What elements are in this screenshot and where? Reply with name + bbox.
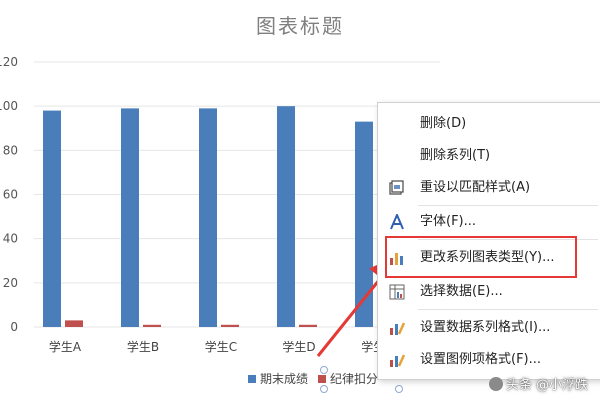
x-tick-label: 学生B	[127, 339, 159, 354]
y-tick-label: 80	[3, 143, 18, 157]
y-tick-label: 40	[3, 232, 18, 246]
select-data-icon	[388, 283, 406, 301]
y-tick-label: 100	[0, 99, 18, 113]
format-legend-icon	[388, 351, 406, 369]
menu-item-label: 选择数据(E)...	[420, 284, 503, 299]
menu-item-font[interactable]: 字体(F)...	[378, 209, 600, 235]
menu-item-label: 删除(D)	[420, 116, 467, 131]
legend-swatch-blue	[248, 374, 256, 383]
format-series-icon	[388, 319, 406, 337]
legend-swatch-red	[318, 374, 327, 383]
y-tick-label: 20	[3, 276, 18, 290]
menu-item-select-data[interactable]: 选择数据(E)...	[378, 279, 600, 305]
legend-label-series2: 纪律扣分	[330, 372, 379, 386]
menu-item-label: 重设以匹配样式(A)	[420, 180, 531, 195]
menu-item-label: 删除系列(T)	[420, 148, 491, 163]
x-tick-label: 学生C	[205, 339, 237, 354]
menu-item-format-series[interactable]: 设置数据系列格式(I)...	[378, 315, 600, 341]
legend-label-series1: 期末成绩	[260, 372, 309, 386]
bar[interactable]	[43, 110, 61, 327]
bar[interactable]	[65, 320, 83, 327]
x-tick-label: 学生A	[49, 339, 82, 354]
bar[interactable]	[277, 106, 295, 328]
x-tick-label: 学生D	[282, 339, 315, 354]
menu-separator	[418, 309, 598, 310]
blank-icon	[388, 115, 406, 133]
menu-item-delete[interactable]: 删除(D)	[378, 111, 600, 137]
legend-item-series1[interactable]: 期末成绩	[248, 370, 308, 387]
watermark: 头条 @小浮跌	[488, 374, 588, 393]
bar[interactable]	[221, 324, 239, 327]
menu-item-label: 设置图例项格式(F)...	[420, 352, 542, 367]
reset-style-icon	[388, 179, 406, 197]
watermark-logo-icon	[488, 377, 503, 391]
font-icon	[388, 213, 406, 231]
blank-icon	[388, 147, 406, 165]
menu-item-label: 设置数据系列格式(I)...	[420, 320, 551, 335]
menu-item-format-legend[interactable]: 设置图例项格式(F)...	[378, 347, 600, 373]
bar[interactable]	[143, 324, 161, 327]
legend-selection-handle[interactable]	[320, 385, 328, 393]
bar[interactable]	[355, 121, 373, 327]
highlight-box	[385, 236, 577, 278]
y-tick-label: 120	[0, 55, 18, 69]
legend-selection-handle[interactable]	[395, 385, 403, 393]
chart-legend[interactable]: 期末成绩 纪律扣分	[248, 370, 378, 387]
y-tick-label: 0	[10, 320, 18, 334]
menu-separator	[418, 205, 598, 206]
menu-item-label: 字体(F)...	[420, 214, 477, 229]
menu-item-delete-series[interactable]: 删除系列(T)	[378, 143, 600, 169]
menu-item-reset-style[interactable]: 重设以匹配样式(A)	[378, 175, 600, 201]
y-tick-label: 60	[3, 188, 18, 202]
bar[interactable]	[299, 324, 317, 327]
bar[interactable]	[121, 108, 139, 327]
bar[interactable]	[199, 108, 217, 327]
legend-selection-handle[interactable]	[320, 366, 328, 374]
excel-chart-area[interactable]: 图表标题 020406080100120 学生A学生B学生C学生D学生E 期末成…	[0, 0, 600, 400]
watermark-text: 头条 @小浮跌	[505, 378, 588, 393]
